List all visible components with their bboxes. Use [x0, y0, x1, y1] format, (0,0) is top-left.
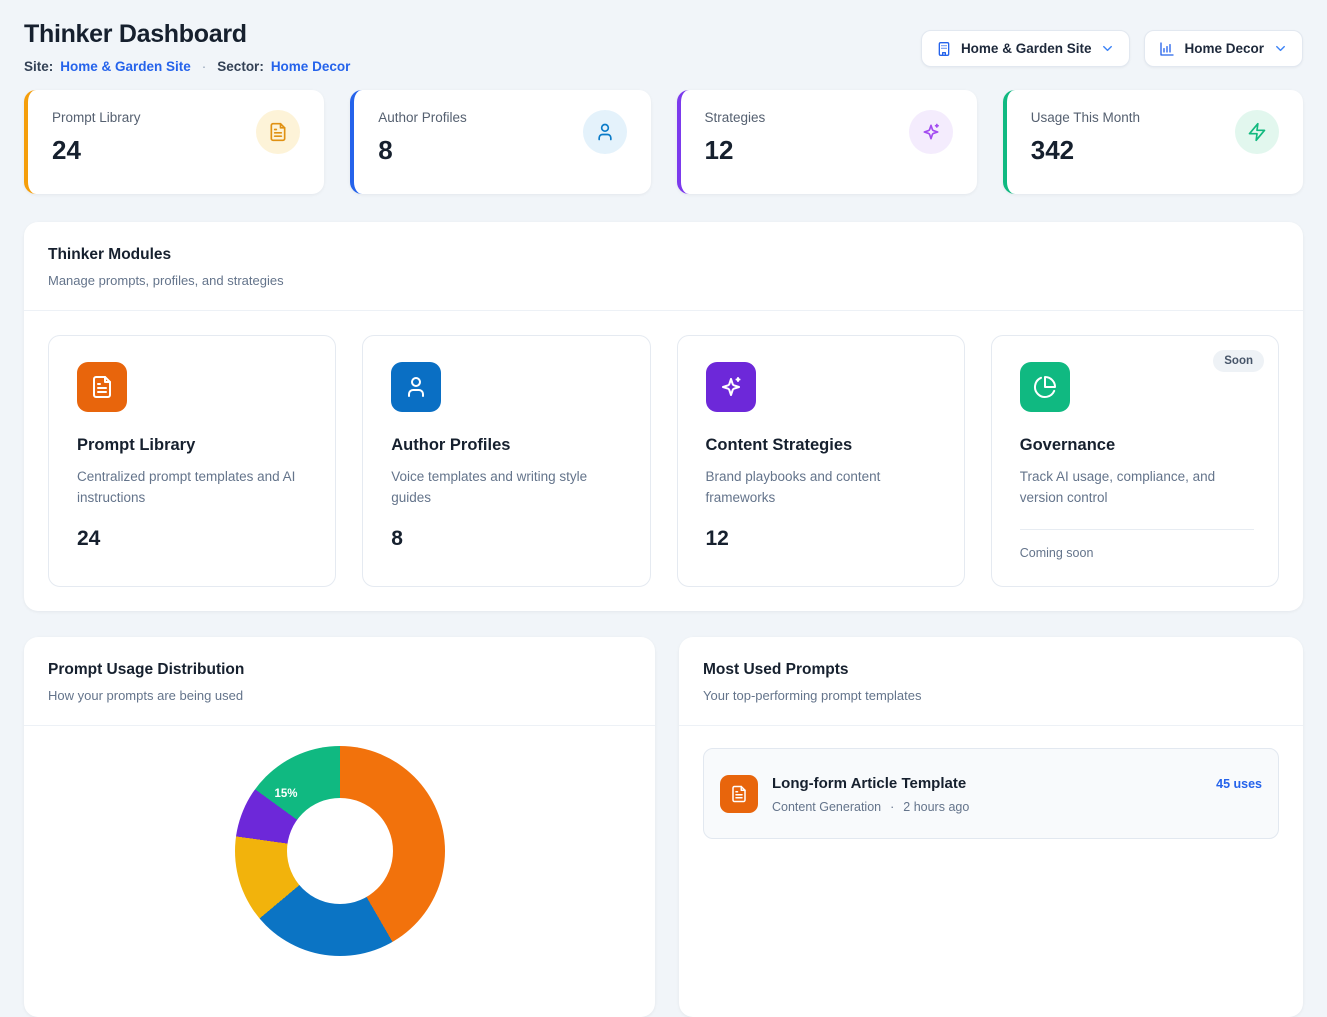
- usage-header: Prompt Usage Distribution How your promp…: [24, 637, 655, 726]
- thinker-modules-panel: Thinker Modules Manage prompts, profiles…: [24, 222, 1303, 611]
- prompt-uses-badge: 45 uses: [1216, 777, 1262, 791]
- stat-value: 342: [1031, 135, 1140, 166]
- module-description: Centralized prompt templates and AI inst…: [77, 467, 311, 509]
- user-icon: [583, 110, 627, 154]
- stats-row: Prompt Library 24 Author Profiles 8 Stra…: [24, 90, 1303, 194]
- stat-card-prompt-library: Prompt Library 24: [24, 90, 324, 194]
- prompt-time: 2 hours ago: [903, 800, 969, 814]
- module-count: 24: [77, 527, 311, 551]
- module-card-author-profiles[interactable]: Author Profiles Voice templates and writ…: [362, 335, 650, 587]
- sector-link[interactable]: Home Decor: [271, 59, 351, 74]
- prompt-meta: Content Generation · 2 hours ago: [772, 800, 1202, 814]
- document-icon: [256, 110, 300, 154]
- module-title: Prompt Library: [77, 436, 311, 455]
- stat-label: Usage This Month: [1031, 110, 1140, 125]
- site-selector-label: Home & Garden Site: [961, 41, 1092, 56]
- most-used-header: Most Used Prompts Your top-performing pr…: [679, 637, 1303, 726]
- most-used-prompts-card: Most Used Prompts Your top-performing pr…: [679, 637, 1303, 1017]
- donut-segment-label: 15%: [275, 788, 298, 800]
- sector-label: Sector:: [217, 59, 264, 74]
- module-divider: [1020, 529, 1254, 530]
- stat-value: 8: [378, 135, 467, 166]
- bar-chart-icon: [1159, 41, 1175, 57]
- stat-card-author-profiles: Author Profiles 8: [350, 90, 650, 194]
- chart-area: 15%: [24, 726, 655, 956]
- module-description: Track AI usage, compliance, and version …: [1020, 467, 1254, 509]
- meta-separator: ·: [890, 800, 894, 814]
- most-used-title: Most Used Prompts: [703, 661, 1279, 679]
- stat-value: 24: [52, 135, 141, 166]
- chevron-down-icon: [1100, 41, 1115, 56]
- site-link[interactable]: Home & Garden Site: [60, 59, 191, 74]
- sector-selector-label: Home Decor: [1184, 41, 1264, 56]
- stat-value: 12: [705, 135, 766, 166]
- stat-text: Prompt Library 24: [52, 110, 141, 176]
- document-icon: [720, 775, 758, 813]
- sector-selector-dropdown[interactable]: Home Decor: [1144, 30, 1303, 67]
- page-title: Thinker Dashboard: [24, 20, 350, 49]
- module-card-governance[interactable]: Soon Governance Track AI usage, complian…: [991, 335, 1279, 587]
- prompt-info: Long-form Article Template Content Gener…: [772, 775, 1202, 814]
- site-label: Site:: [24, 59, 53, 74]
- sparkles-icon: [706, 362, 756, 412]
- module-count: 8: [391, 527, 625, 551]
- dashboard-page: Thinker Dashboard Site: Home & Garden Si…: [0, 0, 1327, 1017]
- stat-label: Strategies: [705, 110, 766, 125]
- building-icon: [936, 41, 952, 57]
- most-used-subtitle: Your top-performing prompt templates: [703, 688, 1279, 703]
- donut-chart: 15%: [235, 746, 445, 956]
- module-description: Brand playbooks and content frameworks: [706, 467, 940, 509]
- stat-text: Author Profiles 8: [378, 110, 467, 176]
- prompt-list-item[interactable]: Long-form Article Template Content Gener…: [703, 748, 1279, 839]
- prompt-usage-card: Prompt Usage Distribution How your promp…: [24, 637, 655, 1017]
- module-description: Voice templates and writing style guides: [391, 467, 625, 509]
- module-title: Author Profiles: [391, 436, 625, 455]
- modules-subtitle: Manage prompts, profiles, and strategies: [48, 273, 1279, 288]
- module-title: Content Strategies: [706, 436, 940, 455]
- user-icon: [391, 362, 441, 412]
- module-title: Governance: [1020, 436, 1254, 455]
- usage-subtitle: How your prompts are being used: [48, 688, 631, 703]
- chevron-down-icon: [1273, 41, 1288, 56]
- stat-text: Usage This Month 342: [1031, 110, 1140, 176]
- stat-card-usage: Usage This Month 342: [1003, 90, 1303, 194]
- stat-label: Prompt Library: [52, 110, 141, 125]
- stat-text: Strategies 12: [705, 110, 766, 176]
- meta-separator: ·: [202, 59, 207, 74]
- prompt-category: Content Generation: [772, 800, 881, 814]
- prompt-title: Long-form Article Template: [772, 775, 1202, 792]
- header-left: Thinker Dashboard Site: Home & Garden Si…: [24, 18, 350, 74]
- sparkles-icon: [909, 110, 953, 154]
- topbar: Thinker Dashboard Site: Home & Garden Si…: [24, 18, 1303, 74]
- breadcrumb: Site: Home & Garden Site · Sector: Home …: [24, 59, 350, 74]
- module-count: 12: [706, 527, 940, 551]
- document-icon: [77, 362, 127, 412]
- module-card-content-strategies[interactable]: Content Strategies Brand playbooks and c…: [677, 335, 965, 587]
- modules-header: Thinker Modules Manage prompts, profiles…: [24, 222, 1303, 311]
- modules-grid: Prompt Library Centralized prompt templa…: [24, 311, 1303, 611]
- pie-chart-icon: [1020, 362, 1070, 412]
- coming-soon-label: Coming soon: [1020, 546, 1254, 560]
- soon-badge: Soon: [1213, 350, 1264, 372]
- stat-card-strategies: Strategies 12: [677, 90, 977, 194]
- module-card-prompt-library[interactable]: Prompt Library Centralized prompt templa…: [48, 335, 336, 587]
- modules-title: Thinker Modules: [48, 246, 1279, 264]
- header-selectors: Home & Garden Site Home Decor: [921, 30, 1303, 67]
- site-selector-dropdown[interactable]: Home & Garden Site: [921, 30, 1131, 67]
- bottom-row: Prompt Usage Distribution How your promp…: [24, 637, 1303, 1017]
- bolt-icon: [1235, 110, 1279, 154]
- usage-title: Prompt Usage Distribution: [48, 661, 631, 679]
- stat-label: Author Profiles: [378, 110, 467, 125]
